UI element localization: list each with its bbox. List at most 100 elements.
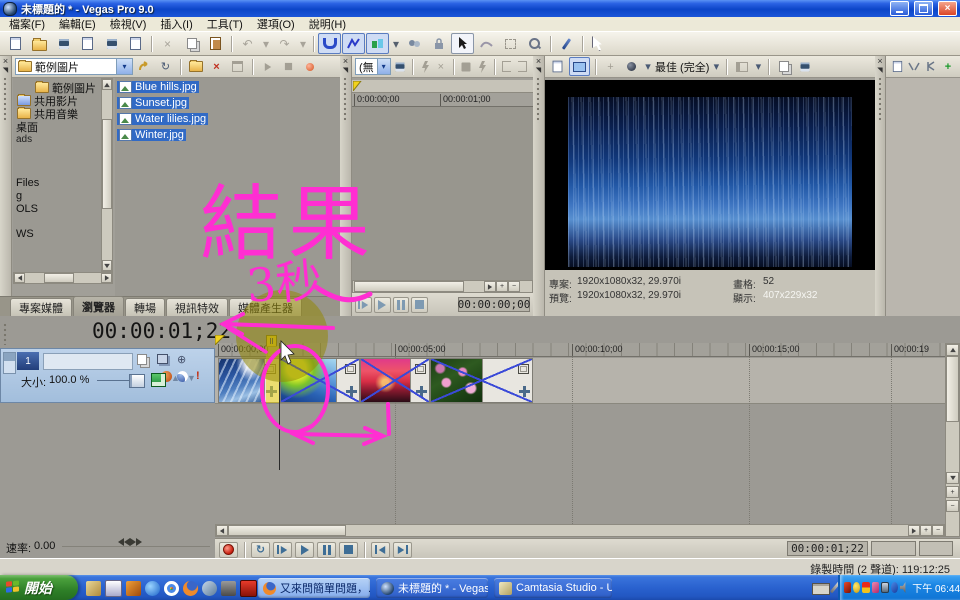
explorer-close-icon[interactable]: ×	[3, 57, 8, 66]
tab-transitions[interactable]: 轉場	[125, 298, 165, 316]
task-camtasia[interactable]: Camtasia Studio - Unti...	[494, 578, 612, 598]
zoom-tool-icon[interactable]	[523, 33, 546, 54]
mixer-dim-output-icon[interactable]	[923, 58, 939, 75]
project-properties-icon[interactable]	[76, 33, 99, 54]
timeline-grip[interactable]	[3, 323, 8, 345]
track-name-field[interactable]	[43, 353, 133, 370]
pen-tool-icon[interactable]	[555, 33, 578, 54]
mixer-grip[interactable]	[878, 77, 883, 123]
render-icon[interactable]	[100, 33, 123, 54]
ignore-grouping-icon[interactable]	[403, 33, 426, 54]
explorer-auto-preview-icon[interactable]	[300, 58, 319, 75]
tree-item-g[interactable]: g	[13, 189, 101, 202]
preview-quality-dropdown-icon[interactable]: ▾	[643, 58, 653, 75]
trimmer-remove-icon[interactable]: ×	[434, 58, 448, 75]
preview-close-icon[interactable]: ×	[536, 57, 541, 66]
copy-icon[interactable]	[180, 33, 203, 54]
auto-ripple-icon[interactable]	[342, 33, 365, 54]
track-compositing-icon[interactable]	[137, 354, 147, 368]
clip-sunset[interactable]	[360, 358, 430, 403]
trimmer-ruler[interactable]: 0:00:00;00 00:00:01;00	[352, 93, 533, 107]
mixer-pin-icon[interactable]: ◥	[877, 66, 882, 74]
clip-winter[interactable]	[280, 358, 360, 403]
preview-grip[interactable]	[536, 77, 541, 123]
mixer-pane-edge[interactable]: × ◥	[875, 56, 886, 316]
track-fx-chain-icon[interactable]: ⊕	[177, 353, 186, 366]
track-bump-up-icon[interactable]: ▲	[171, 373, 180, 383]
tray-update-icon[interactable]	[853, 582, 860, 593]
trimmer-pane-edge[interactable]: × ◥	[340, 56, 352, 316]
preview-quality-dropdown2-icon[interactable]: ▾	[711, 58, 721, 75]
tray-zonealarm-icon[interactable]	[862, 582, 869, 593]
transport-field-2[interactable]	[871, 541, 916, 556]
task-firefox[interactable]: 又來問簡單問題，...	[258, 578, 370, 598]
trimmer-grip[interactable]	[343, 77, 348, 123]
undo-dropdown-icon[interactable]: ▾	[260, 33, 272, 54]
tray-flag-icon[interactable]	[844, 582, 851, 593]
ql-firefox-icon[interactable]	[183, 581, 198, 596]
tray-pen-drive-icon[interactable]	[872, 582, 879, 593]
preview-copy-frame-icon[interactable]	[774, 58, 793, 75]
file-blue-hills[interactable]: Blue hills.jpg	[117, 81, 199, 93]
ql-chrome-icon[interactable]	[164, 581, 179, 596]
redo-dropdown-icon[interactable]: ▾	[297, 33, 309, 54]
trimmer-workspace[interactable]	[352, 107, 533, 280]
pause-button[interactable]	[317, 542, 336, 558]
timeline-ruler[interactable]: 00:00:00;00 00:00:05;00 00:00:10;00 00:0…	[215, 343, 945, 357]
mixer-downmix-icon[interactable]	[906, 58, 922, 75]
tab-media-generators[interactable]: 媒體產生器	[229, 298, 302, 316]
clip-water-lilies[interactable]	[430, 358, 533, 403]
trimmer-pause-button[interactable]	[393, 297, 410, 313]
envelope-tool-icon[interactable]	[475, 33, 498, 54]
tab-project-media[interactable]: 專案媒體	[10, 298, 72, 316]
lock-envelopes-icon[interactable]	[427, 33, 450, 54]
trimmer-media-combo[interactable]: (無 ▾	[355, 58, 391, 75]
loop-region-start-marker[interactable]	[215, 335, 227, 345]
new-project-icon[interactable]	[4, 33, 27, 54]
preview-pane-edge[interactable]: × ◥	[533, 56, 545, 316]
publish-icon[interactable]	[124, 33, 147, 54]
explorer-views-icon[interactable]	[228, 58, 247, 75]
trimmer-play-button[interactable]	[374, 297, 391, 313]
timeline-hscrollbar[interactable]: + −	[215, 524, 945, 537]
tree-item-ads[interactable]: ads	[13, 133, 101, 146]
preview-external-monitor-icon[interactable]	[569, 57, 590, 76]
shuttle-handle[interactable]	[118, 538, 142, 546]
tree-vscrollbar[interactable]	[101, 78, 113, 272]
explorer-start-preview-icon[interactable]	[258, 58, 277, 75]
preview-project-properties-icon[interactable]	[548, 58, 567, 75]
track-minimize-handle[interactable]	[3, 352, 16, 374]
tree-item-desktop[interactable]: 桌面	[13, 120, 101, 133]
explorer-pane-edge[interactable]: × ◥	[0, 56, 12, 316]
trimmer-close-icon[interactable]: ×	[343, 57, 348, 66]
tray-media-player-icon[interactable]	[891, 582, 898, 593]
explorer-up-icon[interactable]	[135, 58, 154, 75]
explorer-new-folder-icon[interactable]	[186, 58, 205, 75]
play-button[interactable]	[295, 542, 314, 558]
trimmer-hscrollbar[interactable]: + −	[352, 280, 533, 293]
minimize-button[interactable]	[890, 1, 909, 16]
envelope-lock-icon[interactable]	[366, 33, 389, 54]
track-bump-down-icon[interactable]: ▼	[187, 373, 196, 383]
mixer-close-icon[interactable]: ×	[877, 57, 882, 66]
menu-tools[interactable]: 工具(T)	[200, 16, 250, 32]
stop-button[interactable]	[339, 542, 358, 558]
ql-ie-icon[interactable]	[145, 581, 160, 596]
track-motion-icon[interactable]	[157, 354, 168, 367]
task-vegas[interactable]: 未標題的 * - Vegas P...	[376, 578, 488, 598]
preview-split-dropdown-icon[interactable]: ▾	[753, 58, 763, 75]
tray-display-icon[interactable]	[881, 582, 889, 593]
shuttle-track[interactable]	[62, 546, 210, 547]
tab-video-fx[interactable]: 視訊特效	[166, 298, 228, 316]
preview-quality-icon[interactable]	[622, 58, 641, 75]
transport-timecode[interactable]: 00:00:01;22	[787, 541, 868, 556]
trimmer-fx-icon[interactable]	[475, 58, 489, 75]
tree-item-shared-music[interactable]: 共用音樂	[13, 107, 101, 120]
normal-edit-tool-icon[interactable]	[451, 33, 474, 54]
trimmer-combo-dropdown-icon[interactable]: ▾	[377, 59, 390, 74]
tree-item-ws[interactable]: WS	[13, 227, 101, 240]
ql-folder-icon[interactable]	[86, 581, 101, 596]
ripple-dropdown-icon[interactable]: ▾	[390, 33, 402, 54]
menu-help[interactable]: 說明(H)	[302, 16, 353, 32]
mixer-properties-icon[interactable]	[889, 58, 905, 75]
